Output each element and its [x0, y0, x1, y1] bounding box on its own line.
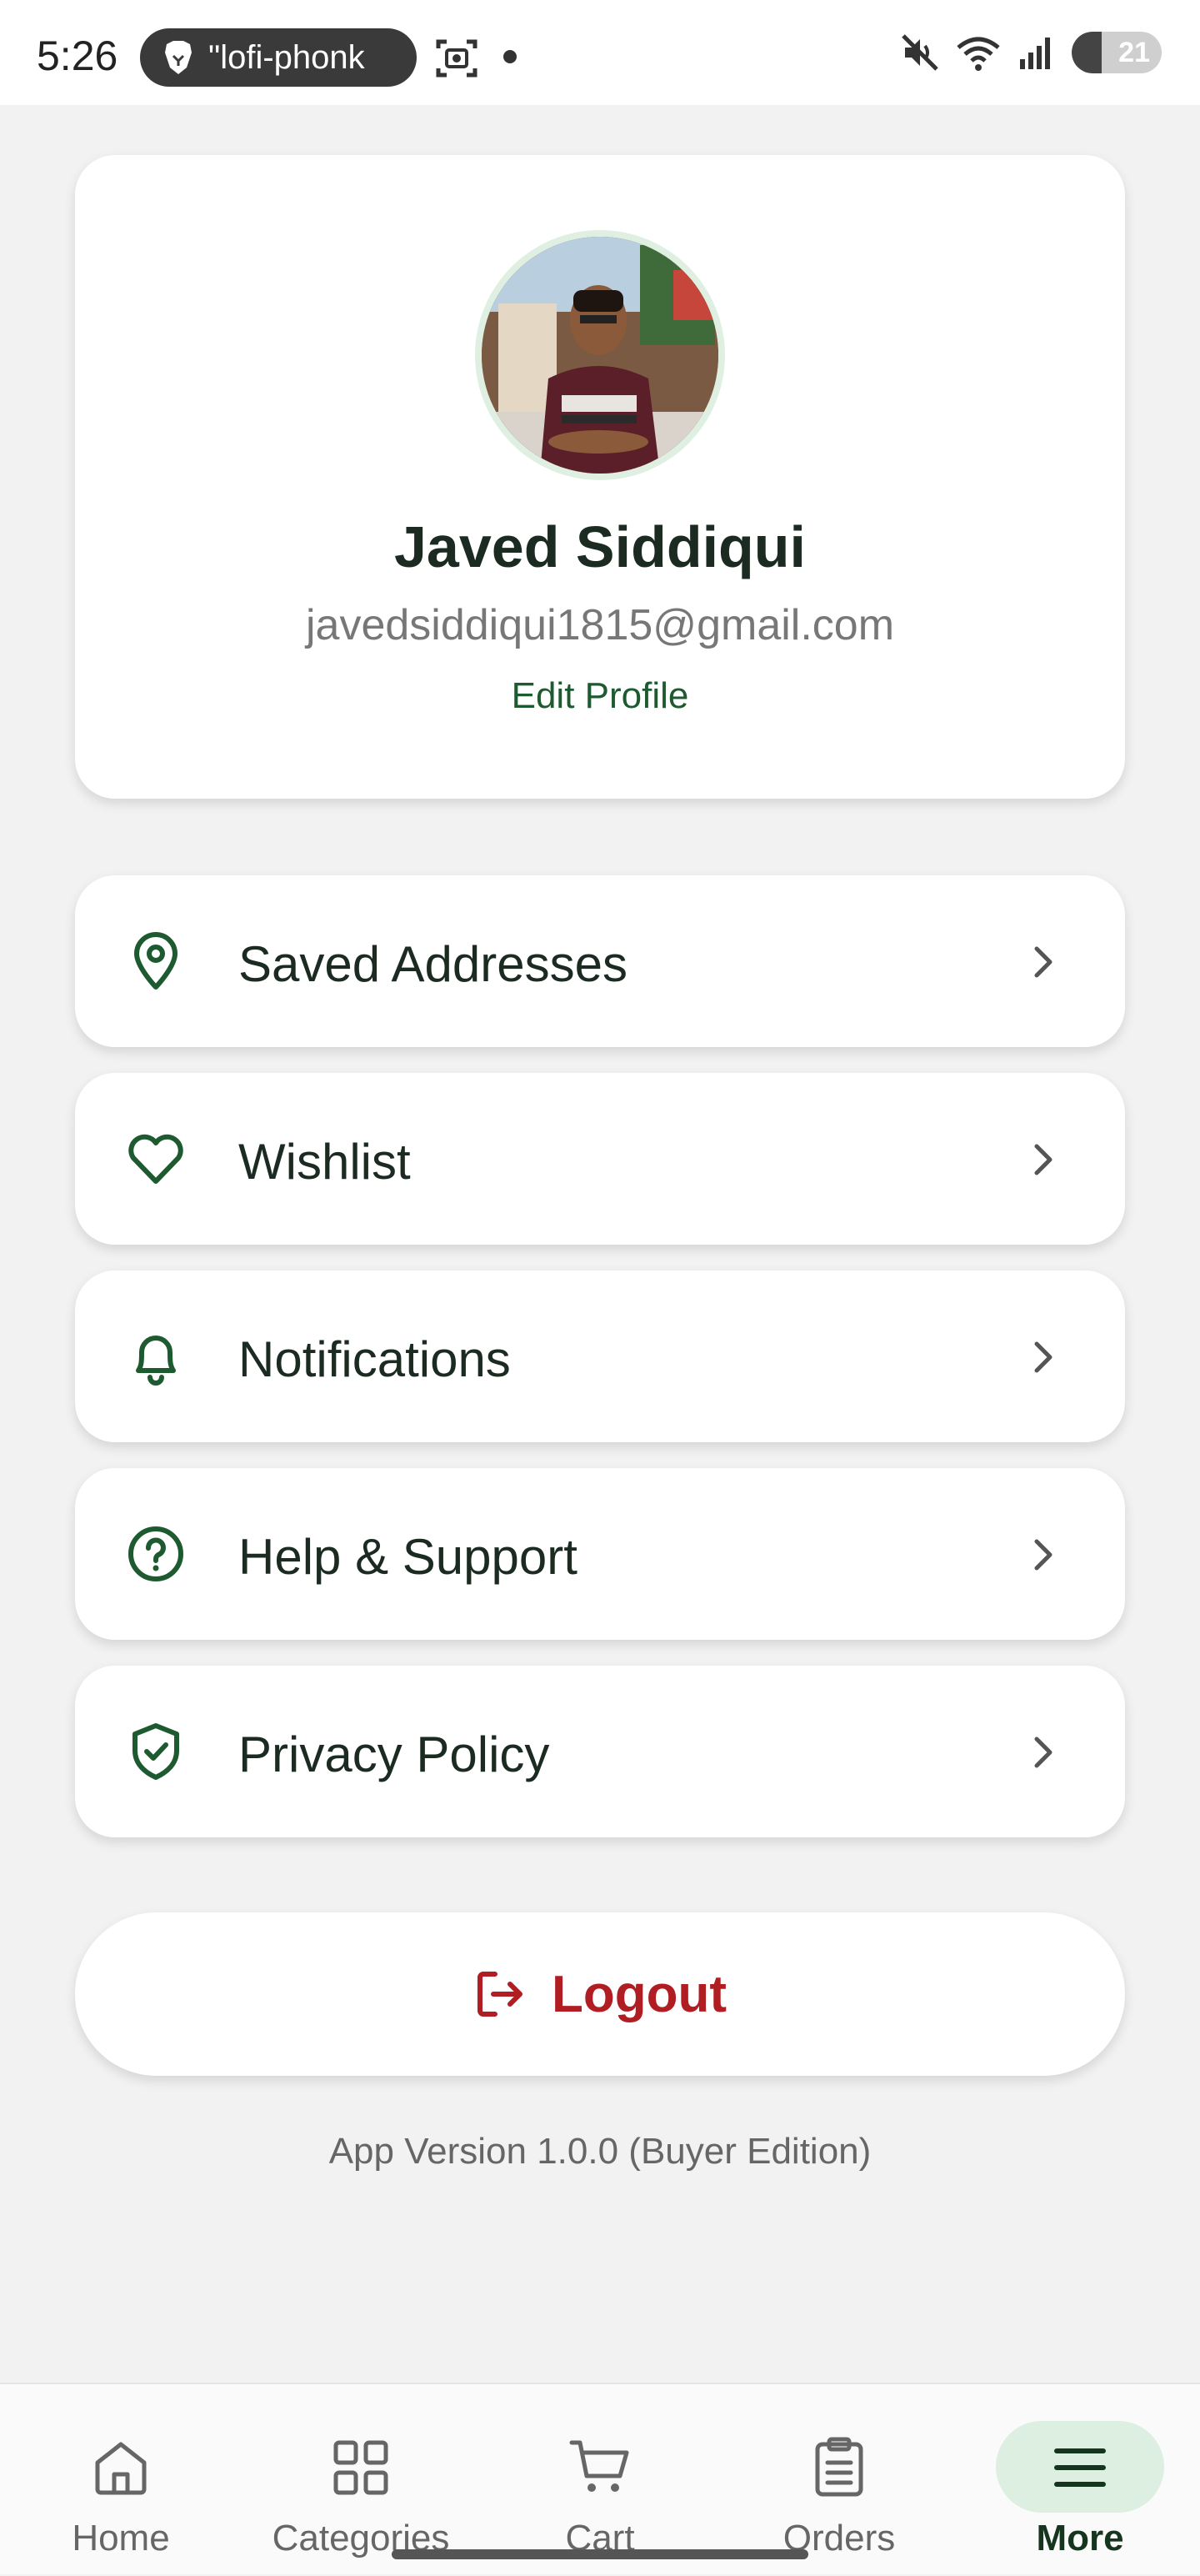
nav-orders[interactable]: Orders [743, 2384, 935, 2576]
signal-icon [1020, 38, 1050, 69]
logout-label: Logout [551, 1965, 727, 2023]
notification-dot [503, 50, 517, 63]
bell-icon [136, 1336, 176, 1386]
logout-icon [477, 1972, 522, 2017]
chevron-right-icon [1034, 1341, 1052, 1373]
status-indicators: 21 [900, 32, 1162, 73]
app-version: App Version 1.0.0 (Buyer Edition) [328, 2131, 872, 2172]
shield-check-icon [132, 1723, 179, 1780]
menu-label: Privacy Policy [238, 1727, 550, 1782]
menu-icon [1054, 2448, 1106, 2487]
profile-card: Javed Siddiqui javedsiddiqui1815@gmail.c… [75, 155, 1125, 799]
battery-indicator: 21 [1072, 32, 1162, 73]
nav-cart[interactable]: Cart [504, 2384, 696, 2576]
edit-profile-link[interactable]: Edit Profile [75, 675, 1125, 717]
media-pill[interactable]: "lofi-phonk [140, 28, 417, 87]
menu-item-notifications[interactable]: Notifications [75, 1270, 1125, 1442]
avatar-photo [482, 237, 718, 474]
menu-item-privacy-policy[interactable]: Privacy Policy [75, 1666, 1125, 1837]
heart-icon [128, 1134, 183, 1184]
menu-label: Help & Support [238, 1529, 578, 1585]
status-bar: 5:26 "lofi-phonk 21 [0, 0, 1200, 105]
menu-label: Wishlist [238, 1134, 411, 1190]
nav-label: More [1036, 2518, 1124, 2558]
nav-label: Home [72, 2518, 170, 2558]
avatar[interactable] [475, 230, 725, 480]
chevron-right-icon [1034, 1737, 1052, 1768]
brave-lion-icon [165, 41, 192, 74]
menu-item-help-support[interactable]: Help & Support [75, 1468, 1125, 1640]
chevron-right-icon [1034, 1144, 1052, 1175]
help-circle-icon [128, 1526, 183, 1581]
grid-icon [333, 2440, 388, 2495]
cart-icon [569, 2440, 629, 2492]
wifi-icon [957, 37, 1000, 71]
map-pin-icon [134, 932, 178, 990]
media-title: "lofi-phonk [208, 38, 365, 76]
menu-item-saved-addresses[interactable]: Saved Addresses [75, 875, 1125, 1047]
logout-button[interactable]: Logout [75, 1912, 1125, 2076]
screenshot-icon [436, 39, 478, 78]
chevron-right-icon [1034, 946, 1052, 978]
avatar-illustration [482, 237, 718, 474]
bottom-nav: Home Categories Cart Orders More [0, 2383, 1200, 2574]
home-indicator[interactable] [392, 2549, 808, 2559]
mute-icon [902, 34, 938, 71]
nav-home[interactable]: Home [25, 2384, 217, 2576]
menu-label: Saved Addresses [238, 936, 628, 992]
clipboard-icon [815, 2437, 863, 2497]
profile-name: Javed Siddiqui [394, 514, 806, 579]
home-icon [95, 2442, 147, 2495]
menu-item-wishlist[interactable]: Wishlist [75, 1073, 1125, 1245]
profile-email: javedsiddiqui1815@gmail.com [305, 601, 895, 649]
nav-categories[interactable]: Categories [265, 2384, 457, 2576]
menu-label: Notifications [238, 1331, 511, 1387]
nav-more[interactable]: More [984, 2384, 1176, 2576]
chevron-right-icon [1034, 1539, 1052, 1571]
status-time: 5:26 [37, 33, 118, 79]
